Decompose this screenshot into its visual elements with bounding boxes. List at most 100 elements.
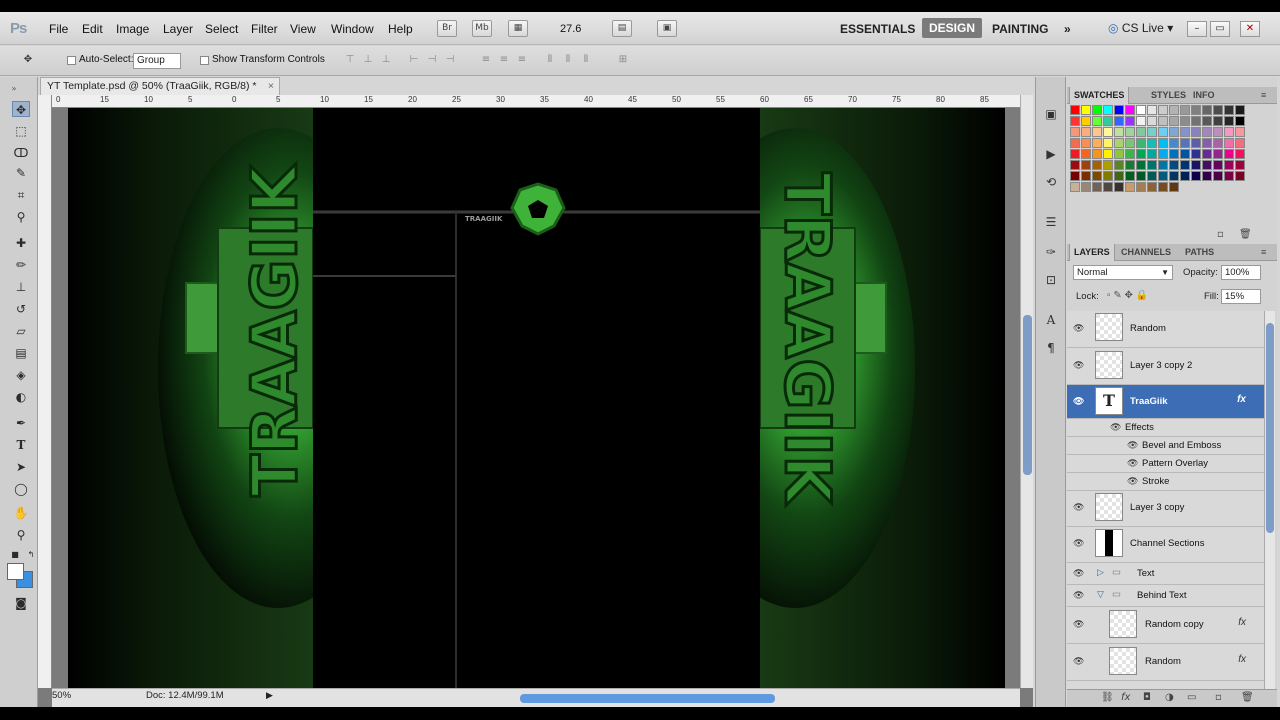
character-panel-icon[interactable]: A: [1043, 313, 1059, 327]
screen-mode-icon[interactable]: ▣: [657, 20, 677, 37]
color-swatch[interactable]: [1114, 182, 1124, 192]
color-swatch[interactable]: [1092, 171, 1102, 181]
type-tool-icon[interactable]: T: [12, 437, 30, 453]
distribute-top-icon[interactable]: ≡: [480, 54, 492, 66]
status-zoom[interactable]: 50%: [52, 690, 71, 701]
path-select-tool-icon[interactable]: ➤: [12, 459, 30, 475]
color-swatch[interactable]: [1224, 138, 1234, 148]
color-swatch[interactable]: [1213, 138, 1223, 148]
color-swatch[interactable]: [1169, 182, 1179, 192]
effect-row[interactable]: 👁 Pattern Overlay: [1067, 455, 1264, 473]
color-swatch[interactable]: [1081, 138, 1091, 148]
effect-row[interactable]: 👁 Bevel and Emboss: [1067, 437, 1264, 455]
color-swatch[interactable]: [1224, 127, 1234, 137]
menu-filter[interactable]: Filter: [251, 22, 278, 36]
lasso-tool-icon[interactable]: ↀ: [12, 145, 30, 161]
color-swatch[interactable]: [1158, 105, 1168, 115]
group-row[interactable]: 👁 ▷ ▭ Text: [1067, 563, 1264, 585]
color-swatch[interactable]: [1070, 127, 1080, 137]
collapse-arrow-icon[interactable]: ▽: [1097, 589, 1104, 600]
menu-layer[interactable]: Layer: [163, 22, 193, 36]
history-panel-icon[interactable]: ⟲: [1043, 175, 1059, 189]
clone-stamp-tool-icon[interactable]: ⊥: [12, 279, 30, 295]
color-swatch[interactable]: [1191, 138, 1201, 148]
color-swatch[interactable]: [1070, 105, 1080, 115]
move-tool-preset-icon[interactable]: ✥: [22, 54, 34, 66]
layer-row[interactable]: 👁 Random: [1067, 311, 1264, 348]
mini-bridge-icon[interactable]: Mb: [472, 20, 492, 37]
history-brush-tool-icon[interactable]: ↺: [12, 301, 30, 317]
color-swatch[interactable]: [1180, 138, 1190, 148]
color-swatch[interactable]: [1180, 116, 1190, 126]
color-swatch[interactable]: [1235, 116, 1245, 126]
tab-channels[interactable]: CHANNELS: [1121, 247, 1171, 257]
close-document-icon[interactable]: ×: [268, 78, 274, 94]
minimize-button[interactable]: –: [1187, 21, 1207, 37]
color-swatch[interactable]: [1180, 171, 1190, 181]
cs-live-button[interactable]: ◎ CS Live ▾: [1108, 21, 1173, 35]
color-swatch[interactable]: [1213, 116, 1223, 126]
adjustment-layer-icon[interactable]: ◑: [1165, 692, 1174, 703]
effect-row[interactable]: 👁 Stroke: [1067, 473, 1264, 491]
color-swatch[interactable]: [1169, 116, 1179, 126]
distribute-right-icon[interactable]: ⦀: [580, 54, 592, 66]
auto-align-icon[interactable]: ⊞: [617, 54, 629, 66]
layers-scroll-thumb[interactable]: [1266, 323, 1274, 533]
color-swatch[interactable]: [1169, 149, 1179, 159]
paragraph-panel-icon[interactable]: ¶: [1043, 341, 1059, 355]
color-swatch[interactable]: [1081, 127, 1091, 137]
align-right-icon[interactable]: ⊣: [444, 54, 456, 66]
menu-file[interactable]: File: [49, 22, 68, 36]
color-swatch[interactable]: [1092, 149, 1102, 159]
eyedropper-tool-icon[interactable]: ⚲: [12, 209, 30, 225]
add-mask-icon[interactable]: ◘: [1143, 692, 1151, 703]
menu-view[interactable]: View: [290, 22, 316, 36]
color-swatch[interactable]: [1169, 127, 1179, 137]
swatches-panel-menu-icon[interactable]: ≡: [1261, 90, 1266, 100]
auto-select-checkbox[interactable]: [67, 56, 76, 65]
document-tab[interactable]: YT Template.psd @ 50% (TraaGiik, RGB/8) …: [40, 77, 280, 95]
auto-select-dropdown[interactable]: Group: [133, 53, 181, 69]
color-swatch[interactable]: [1213, 127, 1223, 137]
new-group-icon[interactable]: ▭: [1187, 692, 1196, 703]
color-swatch[interactable]: [1114, 138, 1124, 148]
color-swatch[interactable]: [1114, 116, 1124, 126]
color-swatch[interactable]: [1136, 127, 1146, 137]
color-swatch[interactable]: [1125, 182, 1135, 192]
gradient-tool-icon[interactable]: ▤: [12, 345, 30, 361]
brush-tool-icon[interactable]: ✏: [12, 257, 30, 273]
color-swatch[interactable]: [1103, 160, 1113, 170]
color-swatch[interactable]: [1224, 105, 1234, 115]
brush-presets-panel-icon[interactable]: ✑: [1043, 245, 1059, 259]
color-swatch[interactable]: [1147, 127, 1157, 137]
color-swatch[interactable]: [1235, 105, 1245, 115]
vertical-scroll-thumb[interactable]: [1023, 315, 1032, 475]
color-swatch[interactable]: [1202, 160, 1212, 170]
color-swatch[interactable]: [1081, 149, 1091, 159]
layers-panel-menu-icon[interactable]: ≡: [1261, 247, 1266, 257]
adjustments-panel-icon[interactable]: ☰: [1043, 215, 1059, 229]
group-row[interactable]: 👁 ▽ ▭ Behind Text: [1067, 585, 1264, 607]
color-swatch[interactable]: [1070, 160, 1080, 170]
status-menu-arrow-icon[interactable]: ▶: [266, 690, 273, 701]
color-swatch[interactable]: [1136, 182, 1146, 192]
arrange-documents-icon[interactable]: ▤: [612, 20, 632, 37]
menu-help[interactable]: Help: [388, 22, 413, 36]
visibility-eye-icon[interactable]: 👁: [1127, 476, 1138, 487]
color-swatch[interactable]: [1114, 160, 1124, 170]
clone-source-panel-icon[interactable]: ⊡: [1043, 273, 1059, 287]
color-swatch[interactable]: [1158, 149, 1168, 159]
layer-row[interactable]: 👁 Layer 3 copy: [1067, 491, 1264, 527]
color-swatch[interactable]: [1092, 160, 1102, 170]
color-swatch[interactable]: [1125, 160, 1135, 170]
color-swatch[interactable]: [1202, 138, 1212, 148]
color-swatch[interactable]: [1213, 171, 1223, 181]
color-swatch[interactable]: [1092, 105, 1102, 115]
more-workspaces-icon[interactable]: »: [1064, 22, 1071, 36]
color-swatch[interactable]: [1125, 127, 1135, 137]
color-swatch[interactable]: [1180, 160, 1190, 170]
color-swatch[interactable]: [1147, 171, 1157, 181]
color-swatch[interactable]: [1224, 149, 1234, 159]
align-vcenter-icon[interactable]: ⊥: [362, 54, 374, 66]
close-button[interactable]: ✕: [1240, 21, 1260, 37]
